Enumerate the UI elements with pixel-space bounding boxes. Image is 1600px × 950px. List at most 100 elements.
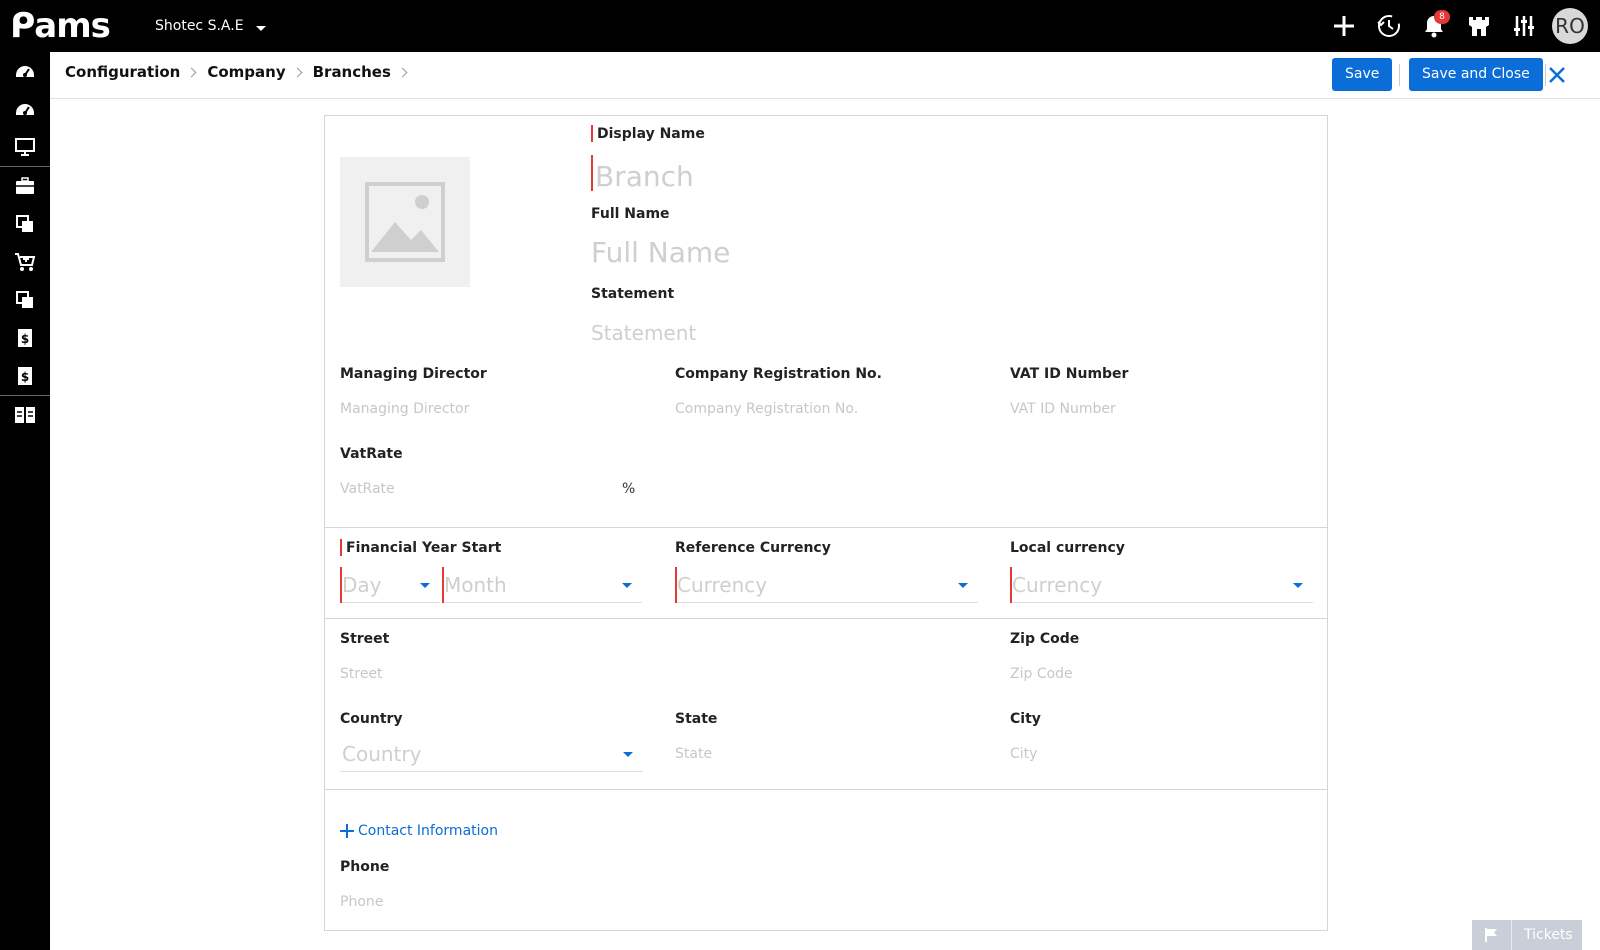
logo-text: ams xyxy=(34,6,111,46)
monitor-icon xyxy=(15,138,35,156)
castle-icon xyxy=(1468,17,1489,36)
statement-input[interactable]: Statement xyxy=(591,321,696,345)
add-contact-information-link[interactable]: Contact Information xyxy=(340,823,498,839)
gauge-icon xyxy=(16,66,34,77)
invoice-dollar-icon: $ xyxy=(18,367,32,385)
history-icon xyxy=(1376,15,1400,37)
breadcrumb-company[interactable]: Company xyxy=(207,63,285,81)
columns-icon xyxy=(15,407,35,423)
financial-year-label: Financial Year Start xyxy=(346,540,502,556)
required-indicator xyxy=(591,155,593,191)
sidebar-item-dashboard[interactable] xyxy=(0,52,50,90)
display-name-label: Display Name xyxy=(597,126,705,142)
managing-director-label: Managing Director xyxy=(340,366,487,382)
sidebar-item-invoices[interactable]: $ xyxy=(0,319,50,357)
branch-image[interactable] xyxy=(340,157,470,287)
section-divider xyxy=(325,789,1327,790)
logo-mark: ᑭ xyxy=(10,6,35,46)
section-divider xyxy=(325,618,1327,619)
breadcrumb-configuration[interactable]: Configuration xyxy=(65,63,180,81)
caret-down-icon xyxy=(255,26,266,31)
month-value: Month xyxy=(444,573,507,597)
local-currency-select[interactable]: Currency xyxy=(1010,567,1313,603)
state-input[interactable]: State xyxy=(675,746,712,762)
street-label: Street xyxy=(340,631,390,647)
gauge-icon xyxy=(16,104,34,115)
zip-code-label: Zip Code xyxy=(1010,631,1080,647)
svg-text:$: $ xyxy=(21,370,29,384)
sidebar-item-briefcase[interactable] xyxy=(0,167,50,205)
documents-icon xyxy=(16,215,33,232)
display-name-input[interactable]: Branch xyxy=(595,160,694,193)
sidebar-item-documents-2[interactable] xyxy=(0,281,50,319)
company-registration-label: Company Registration No. xyxy=(675,366,882,382)
company-name: Shotec S.A.E xyxy=(155,18,244,34)
financial-year-month-select[interactable]: Month xyxy=(442,567,642,603)
add-button[interactable] xyxy=(1321,0,1366,52)
sidebar-item-reports[interactable] xyxy=(0,396,50,434)
sidebar-item-dashboard-2[interactable] xyxy=(0,90,50,128)
tickets-button[interactable]: Tickets xyxy=(1472,920,1582,950)
save-and-close-button[interactable]: Save and Close xyxy=(1409,58,1543,91)
breadcrumb-branches[interactable]: Branches xyxy=(313,63,391,81)
country-select[interactable]: Country xyxy=(340,736,643,772)
history-button[interactable] xyxy=(1366,0,1411,52)
managing-director-input[interactable]: Managing Director xyxy=(340,401,469,417)
reference-currency-select[interactable]: Currency xyxy=(675,567,978,603)
close-icon xyxy=(1549,67,1565,83)
sidebar: $ $ xyxy=(0,52,50,950)
ticket-icon-box xyxy=(1472,920,1512,950)
flag-icon xyxy=(1484,928,1497,942)
plus-icon xyxy=(340,824,354,838)
close-button[interactable] xyxy=(1544,62,1570,88)
save-button[interactable]: Save xyxy=(1332,58,1393,91)
sidebar-item-documents[interactable] xyxy=(0,205,50,243)
caret-down-icon xyxy=(958,583,968,588)
plus-icon xyxy=(1333,16,1354,36)
sidebar-item-monitor[interactable] xyxy=(0,128,50,166)
caret-down-icon xyxy=(1293,583,1303,588)
company-registration-input[interactable]: Company Registration No. xyxy=(675,401,858,417)
sidebar-item-invoices-2[interactable]: $ xyxy=(0,357,50,395)
street-input[interactable]: Street xyxy=(340,666,383,682)
required-indicator xyxy=(340,539,342,556)
section-divider xyxy=(325,527,1327,528)
vat-rate-input[interactable]: VatRate xyxy=(340,481,395,497)
top-bar: ᑭams Shotec S.A.E 8 RO xyxy=(0,0,1600,52)
company-selector[interactable]: Shotec S.A.E xyxy=(155,18,266,34)
chevron-right-icon xyxy=(292,67,303,77)
user-avatar[interactable]: RO xyxy=(1552,8,1588,44)
app-logo[interactable]: ᑭams xyxy=(10,6,111,46)
country-label: Country xyxy=(340,711,403,727)
breadcrumb: Configuration Company Branches xyxy=(65,63,410,81)
page-header: Configuration Company Branches Save Save… xyxy=(50,52,1600,99)
svg-text:$: $ xyxy=(21,332,29,346)
local-currency-value: Currency xyxy=(1012,573,1103,597)
phone-input[interactable]: Phone xyxy=(340,894,383,910)
reference-currency-value: Currency xyxy=(677,573,768,597)
vat-rate-label: VatRate xyxy=(340,446,403,462)
city-label: City xyxy=(1010,711,1041,727)
caret-down-icon xyxy=(622,583,632,588)
cart-icon xyxy=(15,253,36,271)
full-name-label: Full Name xyxy=(591,206,670,222)
notifications-button[interactable]: 8 xyxy=(1411,0,1456,52)
reference-currency-label: Reference Currency xyxy=(675,540,831,556)
city-input[interactable]: City xyxy=(1010,746,1037,762)
vat-id-label: VAT ID Number xyxy=(1010,366,1129,382)
zip-code-input[interactable]: Zip Code xyxy=(1010,666,1073,682)
notification-badge: 8 xyxy=(1434,10,1450,24)
chevron-right-icon xyxy=(397,67,408,77)
settings-sliders-button[interactable] xyxy=(1501,0,1546,52)
branch-form: Display Name Branch Full Name Full Name … xyxy=(324,115,1328,931)
full-name-input[interactable]: Full Name xyxy=(591,236,730,269)
financial-year-day-select[interactable]: Day xyxy=(340,567,440,603)
header-divider xyxy=(1399,64,1400,86)
sidebar-item-cart[interactable] xyxy=(0,243,50,281)
chevron-right-icon xyxy=(186,67,197,77)
castle-button[interactable] xyxy=(1456,0,1501,52)
required-indicator xyxy=(591,125,593,142)
invoice-dollar-icon: $ xyxy=(18,329,32,347)
caret-down-icon xyxy=(420,583,430,588)
vat-id-input[interactable]: VAT ID Number xyxy=(1010,401,1116,417)
